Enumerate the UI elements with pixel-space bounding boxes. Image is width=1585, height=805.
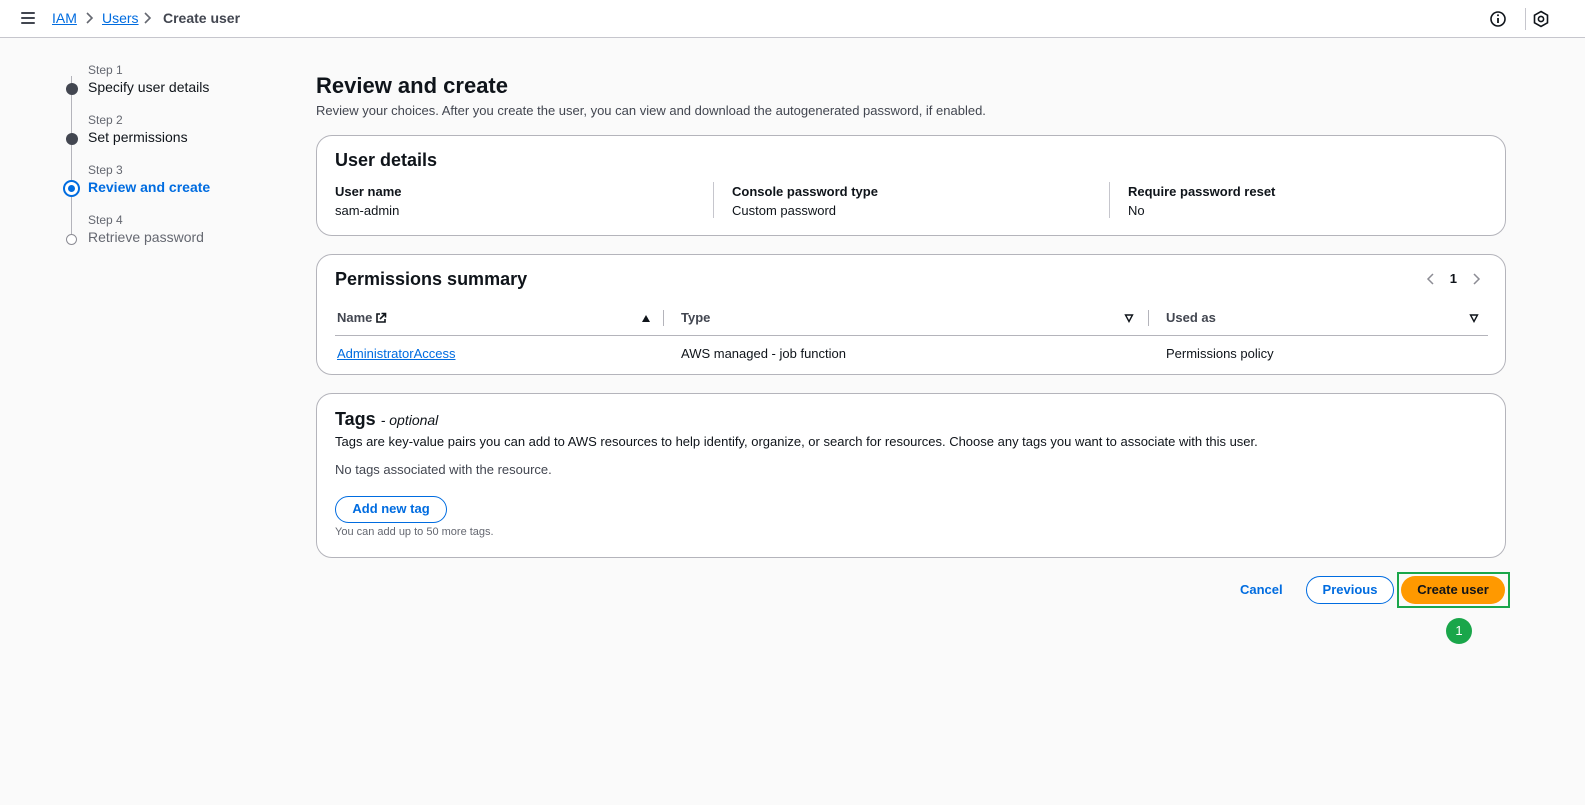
step-number: Step 3: [88, 163, 123, 177]
breadcrumb-current: Create user: [163, 10, 241, 26]
policy-used-as: Permissions policy: [1166, 346, 1274, 361]
tags-description: Tags are key-value pairs you can add to …: [335, 434, 1258, 449]
wizard-step-3: Step 3 Review and create: [88, 163, 210, 195]
step-title: Set permissions: [88, 129, 188, 145]
field-label: Console password type: [732, 184, 878, 199]
tags-heading: Tags: [335, 409, 376, 429]
user-name-field: User name sam-admin: [335, 184, 401, 218]
field-label: Require password reset: [1128, 184, 1276, 199]
chevron-left-icon[interactable]: [1426, 272, 1436, 286]
require-password-reset-field: Require password reset No: [1128, 184, 1275, 218]
step-active-indicator: [63, 180, 80, 197]
sort-unsorted-icon[interactable]: [1124, 313, 1134, 323]
page-title: Review and create: [316, 73, 508, 98]
step-number: Step 1: [88, 63, 123, 77]
field-value: Custom password: [732, 203, 837, 218]
tags-limit-hint: You can add up to 50 more tags.: [335, 526, 494, 538]
column-header-used-as[interactable]: Used as: [1166, 310, 1216, 325]
toolbar-divider: [1525, 8, 1526, 30]
table-header-divider: [335, 335, 1488, 336]
step-title: Retrieve password: [88, 229, 204, 245]
tags-title: Tags - optional: [335, 409, 438, 430]
column-separator: [1148, 310, 1149, 326]
previous-button[interactable]: Previous: [1306, 576, 1394, 604]
page-number[interactable]: 1: [1450, 271, 1457, 286]
optional-label: - optional: [380, 412, 439, 428]
cancel-button[interactable]: Cancel: [1240, 582, 1283, 597]
wizard-step-4: Step 4 Retrieve password: [88, 213, 204, 245]
page-description: Review your choices. After you create th…: [316, 103, 986, 118]
step-pending-indicator: [66, 234, 77, 245]
column-header-type[interactable]: Type: [681, 310, 710, 325]
top-navigation-bar: IAM Users Create user: [0, 0, 1585, 38]
field-value: sam-admin: [335, 203, 400, 218]
tags-empty-message: No tags associated with the resource.: [335, 462, 552, 477]
chevron-right-icon: [86, 12, 94, 24]
permissions-summary-card: Permissions summary 1 Name Type Used as …: [316, 254, 1506, 375]
field-label: User name: [335, 184, 402, 199]
policy-name-link[interactable]: AdministratorAccess: [337, 346, 455, 361]
field-value: No: [1128, 203, 1145, 218]
external-link-icon: [376, 312, 387, 323]
step-title: Specify user details: [88, 79, 210, 95]
user-details-card: User details User name sam-admin Console…: [316, 135, 1506, 236]
settings-icon[interactable]: [1532, 10, 1550, 28]
sort-unsorted-icon[interactable]: [1469, 313, 1479, 323]
step-done-indicator: [66, 83, 78, 95]
column-header-name[interactable]: Name: [337, 310, 372, 325]
tags-card: Tags - optional Tags are key-value pairs…: [316, 393, 1506, 558]
info-icon[interactable]: [1489, 10, 1507, 28]
chevron-right-icon: [144, 12, 152, 24]
wizard-step-2[interactable]: Step 2 Set permissions: [88, 113, 188, 145]
step-number: Step 4: [88, 213, 123, 227]
console-password-type-field: Console password type Custom password: [732, 184, 878, 218]
wizard-step-1[interactable]: Step 1 Specify user details: [88, 63, 209, 95]
annotation-badge: 1: [1446, 618, 1472, 644]
column-divider: [1109, 182, 1110, 218]
policy-type: AWS managed - job function: [681, 346, 846, 361]
chevron-right-icon[interactable]: [1471, 272, 1481, 286]
hamburger-menu-icon[interactable]: [21, 12, 35, 24]
breadcrumb-users-link[interactable]: Users: [102, 10, 139, 26]
permissions-summary-title: Permissions summary: [335, 269, 528, 289]
step-done-indicator: [66, 133, 78, 145]
step-title: Review and create: [88, 179, 211, 195]
step-number: Step 2: [88, 113, 123, 127]
steps-connector: [71, 76, 72, 240]
sort-ascending-icon[interactable]: [641, 313, 651, 323]
user-details-title: User details: [335, 150, 438, 170]
column-divider: [713, 182, 714, 218]
column-separator: [663, 310, 664, 326]
add-new-tag-button[interactable]: Add new tag: [335, 496, 447, 523]
create-user-button[interactable]: Create user: [1401, 576, 1505, 604]
pagination: 1: [1426, 271, 1481, 286]
breadcrumb-iam-link[interactable]: IAM: [52, 10, 77, 26]
